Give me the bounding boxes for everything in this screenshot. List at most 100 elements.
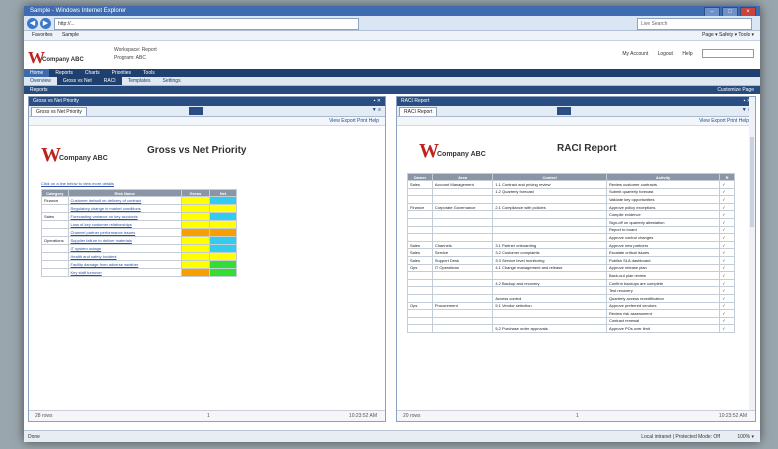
subnav-templates[interactable]: Templates	[122, 77, 157, 85]
forward-icon[interactable]: ▶	[40, 18, 51, 29]
table-row[interactable]: Loss of key customer relationships	[41, 220, 238, 229]
tab-sample[interactable]: Sample	[62, 32, 79, 38]
table-row: Review risk assessment ✓	[407, 309, 735, 318]
owner-cell: Finance	[407, 202, 433, 212]
activity-cell: Submit quarterly forecast	[605, 187, 721, 197]
control-cell	[492, 309, 607, 318]
vertical-scrollbar[interactable]	[749, 97, 755, 421]
gross-net-table: Category Risk Name Gross Net Finance Cust…	[41, 189, 238, 277]
table-row[interactable]: Facility damage from adverse weather	[41, 260, 238, 269]
nav-priorities[interactable]: Priorities	[106, 69, 137, 77]
command-bar[interactable]: Page ▾ Safety ▾ Tools ▾	[702, 31, 754, 40]
tab-gross-net[interactable]: Gross vs Net Priority	[31, 107, 87, 116]
row-count: 20 rows	[403, 413, 421, 419]
activity-cell: Back-out plan review	[605, 271, 721, 280]
owner-cell: Sales	[407, 248, 433, 257]
table-row[interactable]: IT system outage	[41, 244, 238, 253]
nav-home[interactable]: Home	[24, 69, 50, 77]
area-cell	[431, 187, 494, 197]
subnav-settings[interactable]: Settings	[157, 77, 187, 85]
net-cell	[208, 268, 238, 277]
control-cell	[492, 195, 607, 204]
tab-add-icon[interactable]	[557, 107, 571, 115]
area-cell	[431, 233, 494, 242]
risk-name-link[interactable]: Forecasting variance on key accounts	[67, 212, 182, 221]
customize-page-button[interactable]: Customize Page	[717, 86, 754, 94]
area-cell	[431, 324, 494, 333]
area-cell	[431, 225, 494, 235]
table-row: Ops Procurement 5.1 Vendor selection Approv…	[407, 301, 735, 311]
subnav-gross-net[interactable]: Gross vs Net	[56, 77, 98, 85]
owner-cell: Sales	[407, 240, 433, 250]
table-row[interactable]: Operations Supplier failure to deliver ma…	[41, 236, 238, 245]
gross-cell	[180, 196, 210, 205]
tab-add-icon[interactable]	[189, 107, 203, 115]
nav-charts[interactable]: Charts	[79, 69, 106, 77]
report-company-name: Company ABC	[59, 155, 108, 162]
report-logo: W	[419, 140, 439, 162]
area-cell	[431, 195, 494, 204]
control-cell	[492, 210, 607, 219]
check-cell: ✓	[719, 301, 735, 311]
favorites-button[interactable]: Favorites	[32, 32, 53, 38]
table-row: Test recovery ✓	[407, 286, 735, 295]
net-cell	[208, 212, 238, 221]
logout-link[interactable]: Logout	[658, 51, 673, 57]
owner-cell	[407, 271, 433, 280]
check-cell: ✓	[719, 210, 735, 219]
search-input[interactable]: Live Search	[637, 18, 752, 30]
header-field[interactable]: Program: ABC	[114, 55, 157, 61]
tab-raci[interactable]: RACI Report	[399, 107, 438, 116]
area-cell	[431, 210, 494, 219]
risk-name-link[interactable]: Loss of key customer relationships	[67, 220, 182, 229]
gross-cell	[180, 220, 210, 229]
table-row[interactable]: Finance Customer default on delivery of c…	[41, 196, 238, 205]
subnav-raci[interactable]: RACI	[97, 77, 122, 85]
table-row: Access control Quarterly access recertifi…	[407, 293, 735, 303]
table-row[interactable]: Regulatory change in market conditions	[41, 204, 238, 213]
header-field[interactable]: Workspace: Report	[114, 47, 157, 53]
check-cell: ✓	[719, 278, 735, 288]
table-row[interactable]: Channel partner performance issues	[41, 228, 238, 237]
table-row[interactable]: Key staff turnover	[41, 268, 238, 277]
activity-cell: Validate key opportunities	[605, 195, 721, 204]
risk-name-link[interactable]: Health and safety incident	[67, 252, 182, 261]
check-cell: ✓	[719, 255, 735, 265]
address-input[interactable]: http://...	[54, 18, 359, 30]
activity-cell: Approve control changes	[605, 233, 721, 242]
subnav-overview[interactable]: Overview	[24, 77, 57, 85]
control-cell	[492, 286, 607, 295]
activity-cell: Approve release plan	[605, 263, 721, 273]
panel-menu-icon[interactable]: ▼ ≡	[372, 107, 381, 113]
table-row: Sales Account Management 1.1 Contract and …	[407, 180, 735, 189]
account-link[interactable]: My Account	[622, 51, 648, 57]
risk-name-link[interactable]: Supplier failure to deliver materials	[67, 236, 182, 245]
report-toolbar[interactable]: View Export Print Help	[397, 117, 755, 126]
nav-reports[interactable]: Reports	[49, 69, 79, 77]
zoom-control[interactable]: 100% ▾	[737, 431, 754, 442]
risk-name-link[interactable]: Channel partner performance issues	[67, 228, 182, 237]
back-icon[interactable]: ◀	[27, 18, 38, 29]
main-nav: Home Reports Charts Priorities Tools	[24, 69, 760, 77]
report-note[interactable]: Click on a line below to view more detai…	[41, 181, 114, 186]
panel-footer: 28 rows 1 10:23:52 AM	[29, 410, 385, 421]
net-cell	[208, 244, 238, 253]
report-toolbar[interactable]: View Export Print Help	[29, 117, 385, 126]
risk-name-link[interactable]: Customer default on delivery of contract	[67, 196, 182, 205]
category-cell	[41, 244, 69, 253]
table-row[interactable]: Sales Forecasting variance on key account…	[41, 212, 238, 221]
gross-net-panel: Gross vs Net Priority ▪ ✕ Gross vs Net P…	[28, 96, 386, 422]
table-row[interactable]: Health and safety incident	[41, 252, 238, 261]
panel-close-icon[interactable]: ▪ ✕	[374, 97, 381, 106]
activity-cell: Sign-off on quarterly attestation	[605, 217, 721, 227]
area-cell: Channels	[431, 240, 494, 250]
owner-cell: Ops	[407, 301, 433, 311]
nav-tools[interactable]: Tools	[137, 69, 161, 77]
risk-name-link[interactable]: Key staff turnover	[67, 268, 182, 277]
app-search-input[interactable]	[702, 49, 754, 58]
risk-name-link[interactable]: Regulatory change in market conditions	[67, 204, 182, 213]
risk-name-link[interactable]: Facility damage from adverse weather	[67, 260, 182, 269]
risk-name-link[interactable]: IT system outage	[67, 244, 182, 253]
help-link[interactable]: Help	[682, 51, 692, 57]
check-cell: ✓	[719, 316, 735, 326]
